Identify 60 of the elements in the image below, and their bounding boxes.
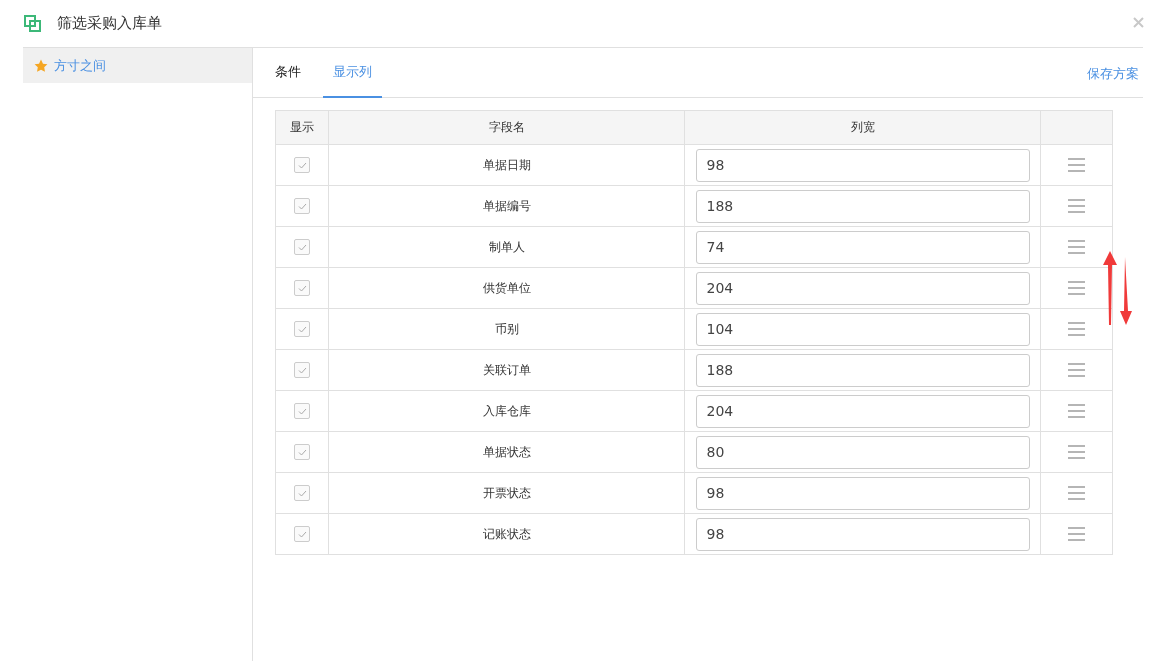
check-icon [297,448,307,456]
table-cell: 单据编号 [328,185,685,227]
check-icon [297,407,307,415]
drag-handle-icon[interactable] [1068,158,1085,172]
tab[interactable]: 条件 [265,48,311,98]
table-cell: 开票状态 [328,472,685,514]
table-cell: 单据状态 [328,431,685,473]
drag-handle-icon[interactable] [1068,527,1085,541]
copy-squares-icon [24,15,41,32]
checkbox[interactable] [294,157,310,173]
window-title: 筛选采购入库单 [57,14,162,33]
check-icon [297,161,307,169]
table-cell: 入库仓库 [328,390,685,432]
drag-handle-icon[interactable] [1068,363,1085,377]
input-field[interactable]: 80 [695,435,1030,469]
checkbox[interactable] [294,362,310,378]
checkbox[interactable] [294,403,310,419]
close-icon[interactable] [1133,17,1144,28]
checkbox[interactable] [294,444,310,460]
table-cell: 制单人 [328,226,685,268]
check-icon [297,530,307,538]
checkbox[interactable] [294,198,310,214]
table-cell: 单据日期 [328,144,685,186]
check-icon [297,366,307,374]
check-icon [297,243,307,251]
column-header: 字段名 [328,110,685,145]
input-field[interactable]: 98 [695,517,1030,551]
input-field[interactable]: 188 [695,353,1030,387]
star-icon [34,58,48,73]
drag-handle-icon[interactable] [1068,281,1085,295]
drag-handle-icon[interactable] [1068,486,1085,500]
table-cell: 币别 [328,308,685,350]
input-field[interactable]: 204 [695,271,1030,305]
column-header: 列宽 [684,110,1041,145]
check-icon [297,202,307,210]
table-cell: 记账状态 [328,513,685,555]
drag-handle-icon[interactable] [1068,240,1085,254]
check-icon [297,325,307,333]
input-field[interactable]: 98 [695,476,1030,510]
checkbox[interactable] [294,280,310,296]
column-header: 显示 [275,110,329,145]
check-icon [297,489,307,497]
input-field[interactable]: 98 [695,148,1030,182]
input-field[interactable]: 188 [695,189,1030,223]
checkbox[interactable] [294,321,310,337]
tab[interactable]: 显示列 [323,48,382,98]
input-field[interactable]: 104 [695,312,1030,346]
input-field[interactable]: 74 [695,230,1030,264]
drag-handle-icon[interactable] [1068,404,1085,418]
table-cell: 关联订单 [328,349,685,391]
drag-handle-icon[interactable] [1068,322,1085,336]
drag-handle-icon[interactable] [1068,199,1085,213]
input-field[interactable]: 204 [695,394,1030,428]
checkbox[interactable] [294,526,310,542]
check-icon [297,284,307,292]
save-scheme-link[interactable]: 保存方案 [1087,64,1139,83]
checkbox[interactable] [294,239,310,255]
drag-handle-icon[interactable] [1068,445,1085,459]
checkbox[interactable] [294,485,310,501]
table-cell: 供货单位 [328,267,685,309]
